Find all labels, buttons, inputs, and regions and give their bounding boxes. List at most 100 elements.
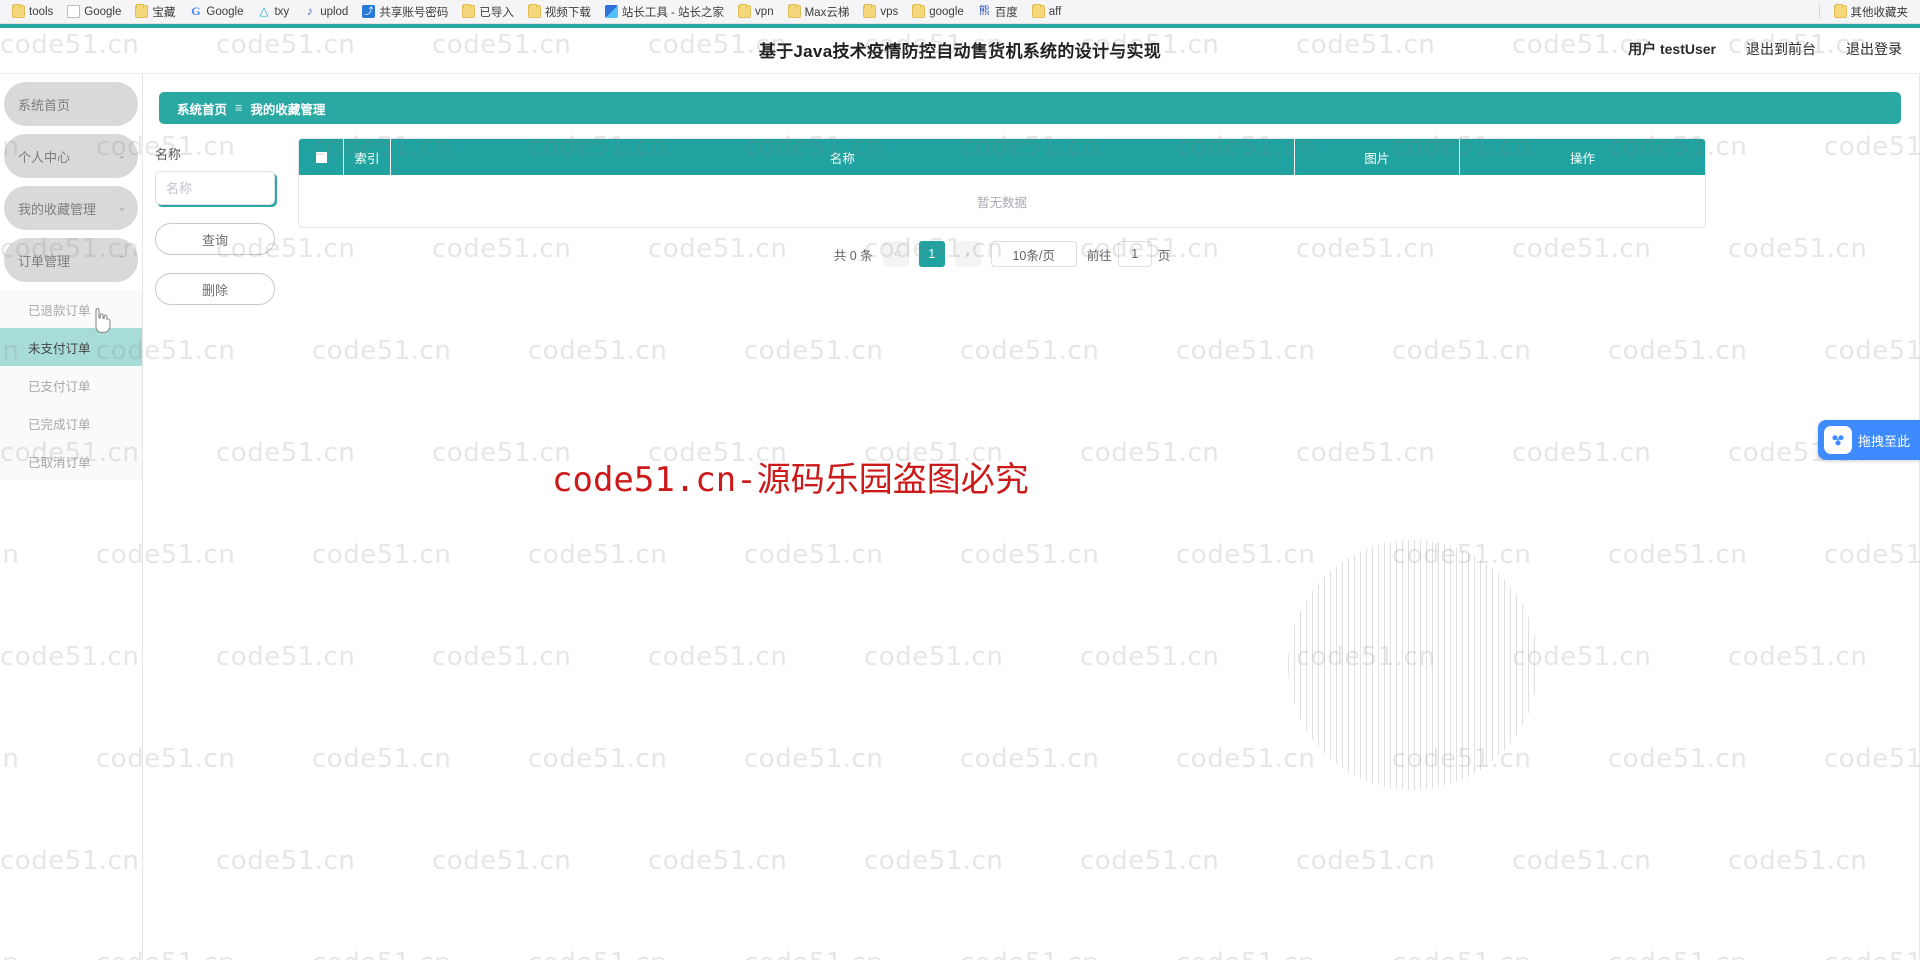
page-icon — [67, 5, 81, 18]
sidebar-item-2[interactable]: 我的收藏管理 ⌄ — [4, 186, 138, 230]
delete-button[interactable]: 删除 — [155, 273, 275, 305]
sidebar-item-0[interactable]: 系统首页 — [4, 82, 138, 126]
current-user-label: 用户 testUser — [1628, 41, 1716, 57]
bookmark-label: Max云梯 — [804, 6, 850, 19]
table-empty-row: 暂无数据 — [299, 175, 1705, 227]
sidebar-item-1[interactable]: 个人中心 ⌄ — [4, 134, 138, 178]
bookmark-label: 站长工具 - 站长之家 — [621, 6, 725, 19]
bookmark-item[interactable]: 视频下载 — [522, 2, 597, 22]
pagination-page-1[interactable]: 1 — [918, 241, 945, 267]
breadcrumb-separator-icon: ≡ — [235, 101, 243, 115]
bookmark-label: 宝藏 — [152, 6, 176, 19]
bookmark-other-folder[interactable]: 其他收藏夹 — [1828, 2, 1915, 22]
exit-to-frontend-link[interactable]: 退出到前台 — [1746, 39, 1816, 59]
column-header-action: 操作 — [1459, 139, 1705, 175]
bookmark-label: 已导入 — [479, 6, 514, 19]
folder-icon — [863, 4, 877, 18]
bookmark-label: vpn — [755, 5, 774, 18]
filter-panel: 名称 查询 删除 — [155, 144, 285, 305]
pagination-total: 共 0 条 — [833, 248, 873, 263]
bookmark-item[interactable]: ♪ uplod — [297, 2, 354, 22]
favorites-table: 索引 名称 图片 操作 暂无数据 — [298, 138, 1706, 228]
sidebar-subitem-label: 已退款订单 — [28, 303, 91, 318]
sidebar-subitem-1[interactable]: 未支付订单 — [0, 328, 142, 366]
breadcrumb-root[interactable]: 系统首页 — [177, 99, 227, 118]
sidebar-item-label: 我的收藏管理 — [18, 201, 97, 217]
column-header-image: 图片 — [1294, 139, 1460, 175]
bookmark-item[interactable]: 站长工具 - 站长之家 — [599, 2, 730, 22]
search-button[interactable]: 查询 — [155, 223, 275, 255]
bookmark-item[interactable]: 已导入 — [456, 2, 520, 22]
bookmark-item[interactable]: △ txy — [251, 2, 295, 22]
header-accent-strip — [0, 24, 1920, 28]
share-icon: ⤴ — [362, 5, 376, 18]
bookmark-item[interactable]: 宝藏 — [129, 2, 181, 22]
breadcrumb: 系统首页 ≡ 我的收藏管理 — [159, 92, 1901, 124]
jump-suffix-label: 页 — [1157, 248, 1171, 263]
folder-icon — [12, 4, 25, 18]
sidebar-item-3[interactable]: 订单管理 ⌃ — [4, 238, 138, 282]
netdisk-drag-label: 拖拽至此 — [1857, 433, 1910, 449]
empty-state-text: 暂无数据 — [299, 175, 1705, 227]
sidebar-subitem-0[interactable]: 已退款订单 — [0, 290, 142, 328]
select-all-header[interactable] — [299, 139, 345, 175]
folder-icon — [912, 4, 926, 18]
sidebar-subitem-2[interactable]: 已支付订单 — [0, 366, 142, 404]
pagination-page-size-select[interactable]: 10条/页 — [990, 241, 1077, 267]
folder-icon — [738, 4, 752, 18]
baidu-icon: 熊 — [978, 5, 990, 17]
pagination: 共 0 条 ‹ 1 › 10条/页 前往 页 — [298, 234, 1706, 274]
bookmark-item[interactable]: aff — [1026, 2, 1068, 22]
bookmark-item[interactable]: G Google — [183, 2, 249, 22]
sidebar-subitem-label: 已取消订单 — [28, 455, 91, 470]
folder-icon — [1031, 4, 1045, 18]
name-search-input[interactable] — [155, 171, 275, 205]
tencent-cloud-icon: △ — [259, 4, 269, 18]
bookmark-label: vps — [880, 5, 899, 18]
bookmark-label: uplod — [320, 5, 349, 18]
bookmark-item[interactable]: 熊百度 — [972, 2, 1024, 22]
upload-icon: ♪ — [306, 4, 313, 18]
netdisk-drag-widget[interactable]: 拖拽至此 — [1817, 420, 1920, 460]
bookmark-label: txy — [274, 5, 290, 18]
folder-icon — [787, 4, 801, 18]
sidebar-subitem-label: 未支付订单 — [28, 341, 91, 356]
bookmark-item[interactable]: google — [906, 2, 970, 22]
sidebar-nav: 系统首页个人中心 ⌄ 我的收藏管理 ⌄ 订单管理 ⌃ 已退款订单未支付订单已支付订单已完成… — [0, 74, 143, 960]
header-user-area: 用户 testUser 退出到前台 退出登录 — [1628, 24, 1902, 74]
bookmark-item[interactable]: ⤴ 共享账号密码 — [356, 2, 454, 22]
sidebar-subitem-label: 已支付订单 — [28, 379, 91, 394]
bookmark-label: tools — [29, 5, 54, 18]
bookmark-item[interactable]: Max云梯 — [782, 2, 856, 22]
bookmark-item[interactable]: vps — [857, 2, 904, 22]
sidebar-subitem-4[interactable]: 已取消订单 — [0, 442, 142, 480]
pagination-jumper: 前往 页 — [1086, 241, 1171, 267]
folder-icon — [1833, 4, 1847, 18]
main-content: 系统首页 ≡ 我的收藏管理 名称 查询 删除 索引 名称 图片 操作 — [143, 74, 1920, 960]
chevron-down-icon: ⌄ — [117, 202, 126, 214]
bookmark-divider — [1818, 4, 1820, 19]
bookmark-item[interactable]: tools — [6, 2, 59, 22]
column-header-index: 索引 — [343, 139, 391, 175]
table-header-row: 索引 名称 图片 操作 — [299, 139, 1705, 175]
bookmark-label: Google — [84, 5, 122, 18]
name-filter-label: 名称 — [155, 147, 182, 162]
sidebar-subitem-3[interactable]: 已完成订单 — [0, 404, 142, 442]
logout-link[interactable]: 退出登录 — [1846, 39, 1902, 59]
pagination-prev-icon[interactable]: ‹ — [882, 241, 909, 267]
folder-icon — [135, 4, 149, 18]
column-header-name: 名称 — [390, 139, 1295, 175]
jump-prefix-label: 前往 — [1086, 248, 1112, 263]
bookmark-label: 百度 — [994, 6, 1018, 19]
bookmark-item[interactable]: Google — [61, 2, 127, 22]
jump-page-input[interactable] — [1117, 241, 1152, 267]
chinaz-icon — [604, 5, 618, 18]
bookmark-label: google — [929, 5, 964, 18]
bookmark-label: 共享账号密码 — [379, 6, 449, 19]
select-all-checkbox[interactable] — [315, 152, 327, 164]
breadcrumb-current: 我的收藏管理 — [250, 102, 326, 117]
bookmark-item[interactable]: vpn — [732, 2, 780, 22]
sidebar-item-label: 系统首页 — [18, 97, 71, 113]
pagination-next-icon[interactable]: › — [954, 241, 981, 267]
sidebar-subitem-label: 已完成订单 — [28, 417, 91, 432]
